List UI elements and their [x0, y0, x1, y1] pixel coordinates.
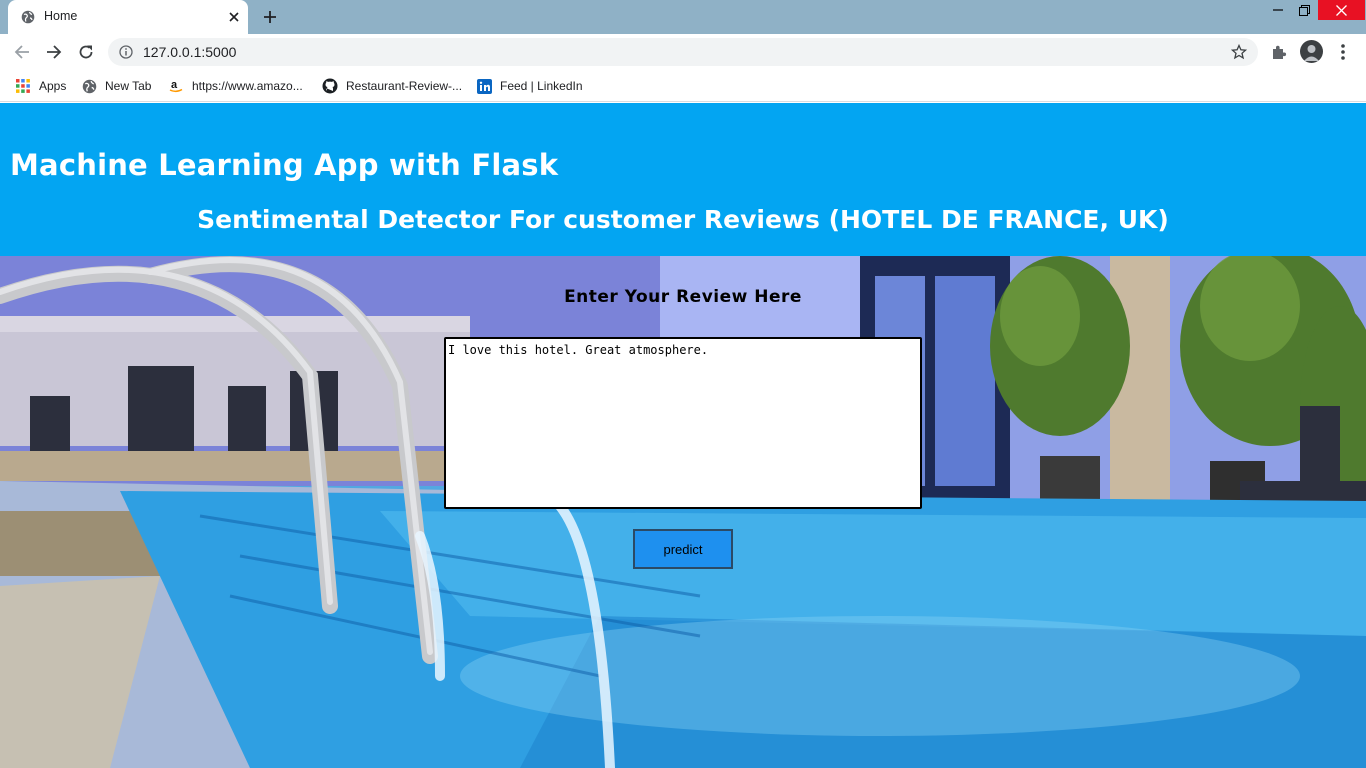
- info-icon[interactable]: [119, 45, 133, 59]
- linkedin-icon: [476, 78, 492, 94]
- browser-toolbar: 127.0.0.1:5000: [0, 34, 1366, 70]
- tab-title: Home: [44, 9, 78, 23]
- profile-avatar-icon[interactable]: [1300, 40, 1323, 63]
- bookmarks-bar: Apps New Tab a https://www.amazo... Rest…: [0, 70, 1366, 102]
- bookmark-label: Restaurant-Review-...: [346, 79, 463, 93]
- bookmark-star-icon[interactable]: [1230, 43, 1248, 60]
- review-heading: Enter Your Review Here: [564, 287, 802, 307]
- bookmark-label: https://www.amazo...: [192, 79, 303, 93]
- address-bar[interactable]: 127.0.0.1:5000: [108, 38, 1258, 66]
- extensions-puzzle-icon[interactable]: [1270, 43, 1288, 61]
- url-text[interactable]: 127.0.0.1:5000: [143, 44, 236, 60]
- forward-icon[interactable]: [44, 42, 64, 62]
- tab-strip: Home: [0, 0, 1366, 34]
- kebab-menu-icon[interactable]: [1340, 43, 1346, 61]
- bookmark-linkedin[interactable]: Feed | LinkedIn: [476, 76, 583, 96]
- github-icon: [322, 78, 338, 94]
- svg-text:a: a: [171, 79, 178, 91]
- bookmark-amazon[interactable]: a https://www.amazo...: [168, 76, 303, 96]
- apps-grid-icon: [15, 78, 31, 94]
- globe-icon: [81, 78, 97, 94]
- restore-icon[interactable]: [1292, 0, 1316, 20]
- bookmark-label: New Tab: [105, 79, 152, 93]
- browser-tab[interactable]: Home: [8, 0, 248, 34]
- back-icon[interactable]: [12, 42, 32, 62]
- bookmark-label: Feed | LinkedIn: [500, 79, 583, 93]
- bookmark-github[interactable]: Restaurant-Review-...: [322, 76, 462, 96]
- page-header: Machine Learning App with Flask Sentimen…: [0, 103, 1366, 256]
- close-tab-icon[interactable]: [226, 9, 242, 25]
- review-textarea[interactable]: I love this hotel. Great atmosphere.: [444, 337, 922, 509]
- amazon-icon: a: [168, 78, 184, 94]
- bookmark-label: Apps: [39, 79, 67, 93]
- globe-icon: [21, 10, 35, 24]
- new-tab-icon[interactable]: [260, 8, 280, 26]
- minimize-icon[interactable]: [1266, 0, 1290, 20]
- reload-icon[interactable]: [76, 42, 96, 62]
- app-title: Machine Learning App with Flask: [10, 148, 559, 182]
- bookmark-new-tab[interactable]: New Tab: [81, 76, 151, 96]
- close-window-icon[interactable]: [1318, 0, 1365, 20]
- predict-button[interactable]: predict: [633, 529, 733, 569]
- bookmark-apps[interactable]: Apps: [15, 76, 66, 96]
- pool-photo: [0, 256, 1366, 768]
- web-page: Machine Learning App with Flask Sentimen…: [0, 103, 1366, 768]
- hotel-pool-background: Enter Your Review Here I love this hotel…: [0, 256, 1366, 768]
- page-subtitle: Sentimental Detector For customer Review…: [197, 205, 1169, 234]
